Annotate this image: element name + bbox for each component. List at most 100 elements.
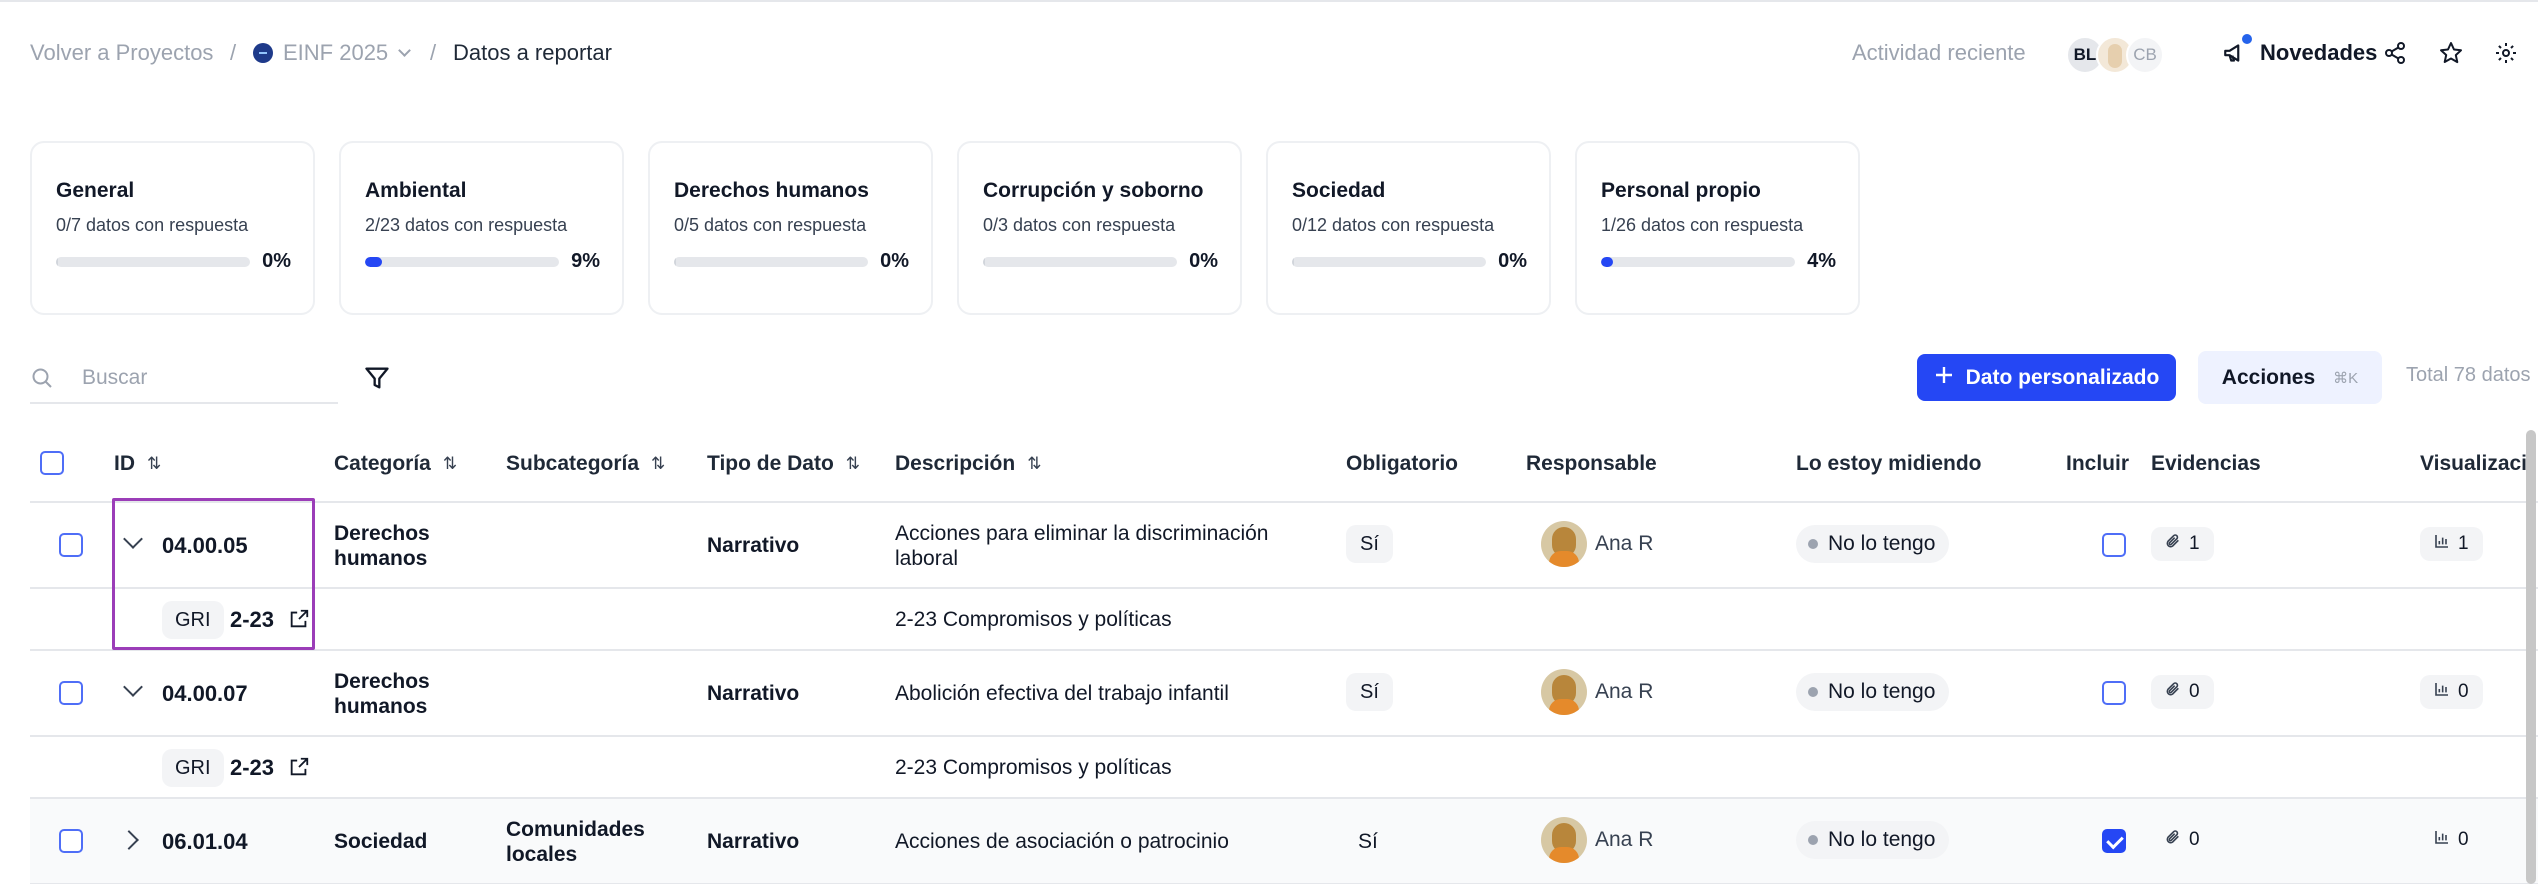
- standard-badge: GRI: [162, 749, 224, 787]
- paperclip-icon: [2165, 681, 2181, 703]
- row-type: Narrativo: [707, 682, 800, 705]
- row-checkbox[interactable]: [59, 681, 83, 705]
- row-description: Abolición efectiva del trabajo infantil: [895, 682, 1229, 705]
- measuring-status[interactable]: No lo tengo: [1796, 525, 1950, 563]
- views-count: 1: [2458, 533, 2469, 554]
- row-id: 04.00.07: [162, 681, 248, 706]
- evidence-count: 0: [2189, 681, 2200, 702]
- card-title: Ambiental: [365, 179, 467, 202]
- column-header-label: Descripción: [895, 452, 1016, 475]
- owner-name: Ana R: [1595, 532, 1654, 555]
- news-button[interactable]: Novedades: [2222, 34, 2377, 66]
- evidence-badge[interactable]: 1: [2151, 527, 2214, 561]
- evidence-badge[interactable]: 0: [2151, 823, 2214, 857]
- include-checkbox[interactable]: [2102, 533, 2126, 557]
- category-card-derechos-humanos[interactable]: Derechos humanos 0/5 datos con respuesta…: [648, 141, 933, 315]
- owner[interactable]: Ana R: [1541, 817, 1653, 863]
- card-subtitle: 2/23 datos con respuesta: [365, 215, 568, 235]
- column-header-type[interactable]: Tipo de Dato ⇅: [707, 452, 860, 476]
- category-card-ambiental[interactable]: Ambiental 2/23 datos con respuesta 9%: [339, 141, 624, 315]
- actions-button[interactable]: Acciones ⌘K: [2198, 351, 2382, 404]
- column-header-evidence: Evidencias: [2151, 452, 2261, 475]
- filter-icon[interactable]: [363, 364, 393, 394]
- total-count: Total 78 datos: [2406, 364, 2531, 386]
- search-input[interactable]: [82, 362, 322, 394]
- table-row[interactable]: 06.01.04 Sociedad Comunidades locales Na…: [30, 799, 2538, 884]
- table-row[interactable]: 04.00.07 Derechos humanos Narrativo Abol…: [30, 651, 2538, 737]
- bar-chart-icon: [2434, 681, 2450, 703]
- category-card-general[interactable]: General 0/7 datos con respuesta 0%: [30, 141, 315, 315]
- breadcrumb-back-link[interactable]: Volver a Proyectos: [30, 40, 213, 66]
- row-category: Derechos humanos: [334, 522, 430, 570]
- breadcrumb-project[interactable]: EINF 2025: [253, 40, 412, 66]
- card-percent: 0%: [1498, 250, 1527, 272]
- search-icon: [30, 366, 54, 395]
- category-card-personal-propio[interactable]: Personal propio 1/26 datos con respuesta…: [1575, 141, 1860, 315]
- progress-fill: [983, 257, 985, 267]
- card-title: General: [56, 179, 135, 202]
- card-percent: 0%: [262, 250, 291, 272]
- category-card-corrupcion[interactable]: Corrupción y soborno 0/3 datos con respu…: [957, 141, 1242, 315]
- breadcrumb-separator: /: [230, 40, 237, 65]
- owner[interactable]: Ana R: [1541, 521, 1653, 567]
- owner-name: Ana R: [1595, 828, 1654, 851]
- views-badge[interactable]: 0: [2420, 675, 2483, 709]
- chevron-right-icon[interactable]: [119, 830, 139, 850]
- owner[interactable]: Ana R: [1541, 669, 1653, 715]
- measuring-status[interactable]: No lo tengo: [1796, 821, 1950, 859]
- breadcrumb-separator: /: [430, 40, 437, 65]
- column-header-subcategory[interactable]: Subcategoría ⇅: [506, 452, 665, 476]
- column-header-label: Categoría: [334, 452, 431, 475]
- sort-icon: ⇅: [845, 454, 861, 473]
- column-header-description[interactable]: Descripción ⇅: [895, 452, 1041, 476]
- selection-highlight: [112, 498, 315, 650]
- column-header-mandatory: Obligatorio: [1346, 452, 1458, 475]
- category-card-sociedad[interactable]: Sociedad 0/12 datos con respuesta 0%: [1266, 141, 1551, 315]
- avatar[interactable]: CB: [2126, 36, 2164, 74]
- include-checkbox[interactable]: [2102, 829, 2126, 853]
- bar-chart-icon: [2434, 829, 2450, 851]
- card-percent: 4%: [1807, 250, 1836, 272]
- star-icon[interactable]: [2438, 40, 2464, 66]
- views-badge[interactable]: 1: [2420, 527, 2483, 561]
- sort-icon: ⇅: [651, 454, 666, 473]
- avatar: [1541, 817, 1587, 863]
- gear-icon[interactable]: [2493, 40, 2519, 66]
- status-dot: [1808, 835, 1818, 845]
- vertical-scrollbar[interactable]: [2526, 430, 2536, 884]
- paperclip-icon: [2165, 533, 2181, 555]
- table-subrow: GRI 2-23 2-23 Compromisos y políticas: [30, 589, 2538, 651]
- add-custom-data-button[interactable]: Dato personalizado: [1917, 354, 2176, 401]
- column-header-id[interactable]: ID ⇅: [114, 452, 161, 476]
- column-header-label: ID: [114, 452, 135, 475]
- select-all-checkbox[interactable]: [40, 451, 64, 475]
- data-table: ID ⇅ Categoría ⇅ Subcategoría ⇅ Tipo de Dat…: [30, 430, 2538, 884]
- status-label: No lo tengo: [1828, 532, 1936, 555]
- evidence-badge[interactable]: 0: [2151, 675, 2214, 709]
- column-header-category[interactable]: Categoría ⇅: [334, 452, 457, 476]
- include-checkbox[interactable]: [2102, 681, 2126, 705]
- row-checkbox[interactable]: [59, 829, 83, 853]
- progress-bar: [365, 257, 559, 267]
- row-description: Acciones para eliminar la discriminación…: [895, 522, 1269, 570]
- mandatory-badge: Sí: [1346, 525, 1393, 563]
- row-subcategory: Comunidades locales: [506, 818, 645, 866]
- table-row[interactable]: 04.00.05 Derechos humanos Narrativo Acci…: [30, 503, 2538, 589]
- avatar: [1541, 669, 1587, 715]
- status-label: No lo tengo: [1828, 680, 1936, 703]
- column-header-include: Incluir: [2066, 452, 2130, 475]
- progress-fill: [1601, 257, 1613, 267]
- chevron-down-icon[interactable]: [123, 677, 143, 697]
- keyboard-shortcut: ⌘K: [2333, 369, 2359, 387]
- table-subrow: GRI 2-23 2-23 Compromisos y políticas: [30, 737, 2538, 799]
- views-badge[interactable]: 0: [2420, 823, 2483, 857]
- recent-activity-link[interactable]: Actividad reciente: [1852, 40, 2026, 66]
- share-icon[interactable]: [2382, 40, 2408, 66]
- row-checkbox[interactable]: [59, 533, 83, 557]
- progress-bar: [983, 257, 1177, 267]
- owner-name: Ana R: [1595, 680, 1654, 703]
- card-subtitle: 0/3 datos con respuesta: [983, 215, 1176, 235]
- row-type: Narrativo: [707, 534, 800, 557]
- measuring-status[interactable]: No lo tengo: [1796, 673, 1950, 711]
- external-link-icon[interactable]: [288, 756, 310, 778]
